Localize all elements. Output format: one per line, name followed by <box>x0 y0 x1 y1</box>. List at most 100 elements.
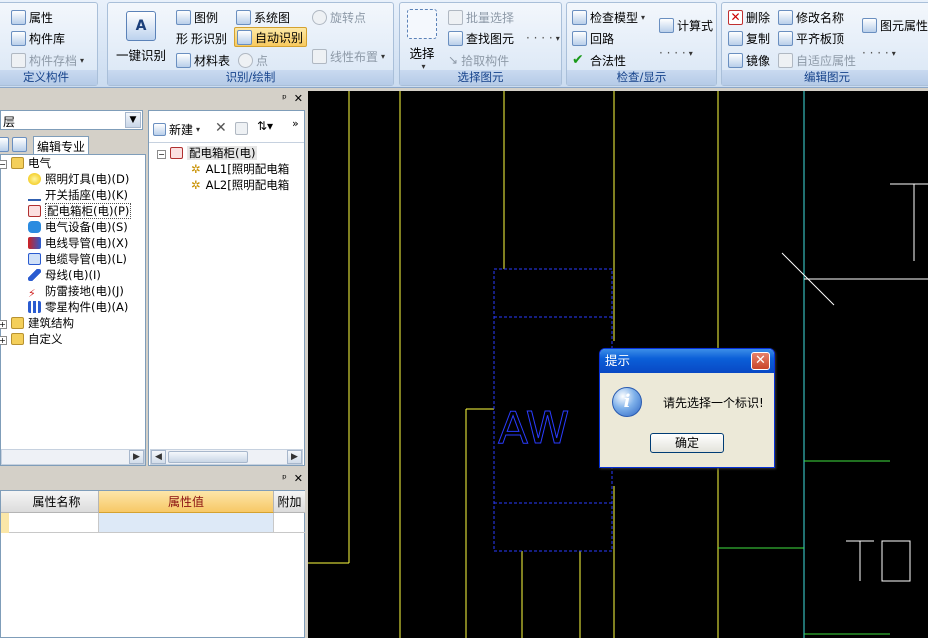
group-edit-title: 编辑图元 <box>722 70 928 85</box>
identify-icon: A <box>126 11 156 41</box>
tree-item-wire-conduit[interactable]: 电线导管(电)(X) <box>0 235 131 251</box>
aw-label[interactable]: AW <box>498 403 570 455</box>
wire-conduit-icon <box>28 237 41 249</box>
more-check-button[interactable]: · · · · ▾ <box>659 43 693 63</box>
pin-icon[interactable]: ᵖ <box>282 92 287 105</box>
copy-icon[interactable] <box>235 122 248 135</box>
horizontal-scrollbar[interactable]: ▶ <box>1 449 145 465</box>
library-icon <box>11 30 26 46</box>
collapse-icon[interactable]: − <box>157 150 166 159</box>
rotate-point-button[interactable]: 旋转点 <box>312 7 366 27</box>
check-model-icon <box>572 9 587 25</box>
more-edit-button[interactable]: · · · · ▾ <box>862 43 896 63</box>
folder-open-icon <box>11 157 24 169</box>
tree-item-misc[interactable]: 零星构件(电)(A) <box>0 299 131 315</box>
layer-dropdown[interactable]: 层 ▼ <box>0 110 143 130</box>
component-list-toolbar: 新建 ▾ ✕ ⇅▾ » <box>149 111 304 143</box>
legend-button[interactable]: 图例 <box>176 7 218 27</box>
tree-item-lightning-ground[interactable]: ⚡ 防雷接地(电)(J) <box>0 283 131 300</box>
calculator-icon <box>659 17 674 33</box>
property-button[interactable]: 属性 <box>11 7 53 27</box>
shape-identify-button[interactable]: 形形识别 <box>176 28 227 48</box>
align-slab-top-button[interactable]: 平齐板顶 <box>778 28 844 48</box>
tree-item-electrical[interactable]: − 电气 <box>0 155 131 171</box>
gear-icon: ✲ <box>191 178 201 192</box>
point-button[interactable]: 点 <box>238 50 268 70</box>
component-item-al2[interactable]: ✲ AL2[照明配电箱 <box>157 177 289 193</box>
component-item-al1[interactable]: ✲ AL1[照明配电箱 <box>157 161 289 177</box>
distribution-box-icon <box>28 205 41 217</box>
rotate-icon <box>312 9 327 25</box>
horizontal-scrollbar[interactable]: ◀ ▶ <box>150 449 303 465</box>
property-row-name-cell[interactable] <box>9 513 99 533</box>
linear-layout-icon <box>312 48 327 64</box>
adaptive-property-button[interactable]: 自适应属性 <box>778 50 856 70</box>
element-property-button[interactable]: 图元属性 <box>862 15 928 35</box>
scroll-right-icon[interactable]: ▶ <box>287 450 302 464</box>
property-row-extra-cell[interactable] <box>274 513 305 533</box>
tree-item-structure[interactable]: + 建筑结构 <box>0 315 131 331</box>
switch-icon <box>28 189 41 201</box>
dialog-title: 提示 <box>600 349 774 373</box>
close-pane-icon[interactable]: ✕ <box>294 472 303 485</box>
legend-icon <box>176 9 191 25</box>
tree-item-switch-socket[interactable]: 开关插座(电)(K) <box>0 187 131 203</box>
tree-item-distribution-box[interactable]: 配电箱柜(电)(P) <box>0 203 132 219</box>
ok-button[interactable]: 确定 <box>650 433 724 453</box>
loop-button[interactable]: 回路 <box>572 28 614 48</box>
validity-button[interactable]: ✔ 合法性 <box>572 50 626 70</box>
scroll-thumb[interactable] <box>168 451 248 463</box>
collapse-icon[interactable]: − <box>0 160 7 169</box>
scroll-left-icon[interactable]: ◀ <box>151 450 166 464</box>
tree-toolbar: 编辑专业 <box>0 136 146 154</box>
bulb-icon <box>28 173 41 185</box>
formula-button[interactable]: 计算式 <box>659 15 713 35</box>
auto-identify-button[interactable]: 自动识别 <box>234 27 308 47</box>
tree-item-cable-conduit[interactable]: 电缆导管(电)(L) <box>0 251 131 267</box>
pin-icon[interactable]: ᵖ <box>282 472 287 485</box>
tree-item-lighting[interactable]: 照明灯具(电)(D) <box>0 171 131 187</box>
select-button[interactable]: 选择 ▾ <box>404 9 440 71</box>
rename-button[interactable]: 修改名称 <box>778 7 844 27</box>
check-model-button[interactable]: 检查模型 ▾ <box>572 7 645 27</box>
copy-button[interactable]: 复制 <box>728 28 770 48</box>
delete-button[interactable]: ✕ 删除 <box>728 7 770 27</box>
expand-icon[interactable]: + <box>0 336 7 345</box>
delete-icon[interactable]: ✕ <box>215 120 227 136</box>
collapse-all-icon[interactable] <box>12 137 27 152</box>
new-button[interactable]: 新建 ▾ <box>153 119 200 139</box>
cable-conduit-icon <box>28 253 41 265</box>
one-click-identify-button[interactable]: A 一键识别 <box>114 11 168 64</box>
property-icon <box>11 9 26 25</box>
batch-select-icon <box>448 9 463 25</box>
system-diagram-button[interactable]: 系统图 <box>236 7 290 27</box>
property-row-value-cell[interactable] <box>99 513 274 533</box>
chevron-down-icon: ▼ <box>125 112 141 128</box>
group-define: 属性 构件库 构件存档 ▾ 定义构件 <box>0 2 98 86</box>
linear-layout-button[interactable]: 线性布置 ▾ <box>312 46 385 66</box>
more-icon[interactable]: » <box>292 117 299 130</box>
tree-item-equipment[interactable]: 电气设备(电)(S) <box>0 219 131 235</box>
material-table-button[interactable]: 材料表 <box>176 50 230 70</box>
find-element-button[interactable]: 查找图元 · · · · ▾ <box>448 28 560 48</box>
tree-item-distribution-box-group[interactable]: − 配电箱柜(电) <box>157 145 289 161</box>
shape-icon: 形 <box>176 31 189 46</box>
mirror-button[interactable]: 镜像 <box>728 50 770 70</box>
group-check-title: 检查/显示 <box>567 70 716 85</box>
expand-icon[interactable]: + <box>0 320 7 329</box>
group-define-title: 定义构件 <box>0 70 97 85</box>
tree-item-custom[interactable]: + 自定义 <box>0 331 131 347</box>
tree-item-busbar[interactable]: 母线(电)(I) <box>0 267 131 283</box>
component-save-button[interactable]: 构件存档 ▾ <box>11 50 84 70</box>
batch-select-button[interactable]: 批量选择 <box>448 7 514 27</box>
expand-all-icon[interactable] <box>0 137 9 152</box>
pick-component-button[interactable]: ↘ 拾取构件 <box>448 50 509 70</box>
dialog-close-button[interactable]: ✕ <box>751 352 770 370</box>
tab-edit-discipline[interactable]: 编辑专业 <box>33 136 90 154</box>
component-library-button[interactable]: 构件库 <box>11 28 65 48</box>
scroll-right-icon[interactable]: ▶ <box>129 450 144 464</box>
sort-icon[interactable]: ⇅▾ <box>257 119 273 133</box>
folder-icon <box>11 333 24 345</box>
close-pane-icon[interactable]: ✕ <box>294 92 303 105</box>
folder-icon <box>11 317 24 329</box>
